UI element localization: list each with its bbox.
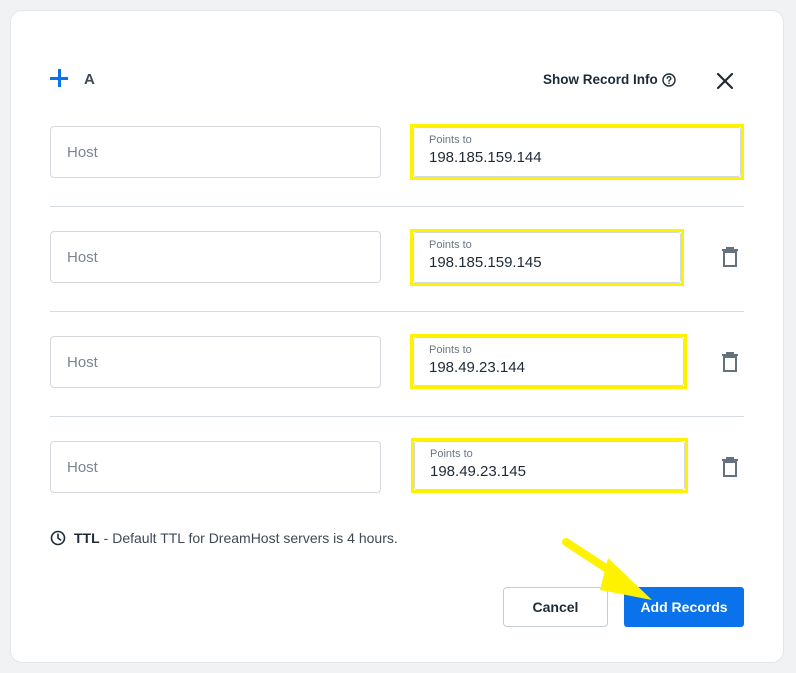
points-to-label: Points to [429, 344, 472, 356]
trash-icon[interactable] [720, 246, 740, 268]
points-to-label: Points to [429, 239, 472, 251]
trash-icon[interactable] [720, 456, 740, 478]
ttl-label: TTL [74, 530, 100, 546]
points-to-field[interactable]: Points to 198.185.159.144 [410, 124, 744, 180]
annotation-arrow-icon [562, 538, 652, 600]
host-input[interactable] [50, 231, 381, 283]
close-icon[interactable] [714, 70, 736, 92]
points-to-label: Points to [430, 448, 473, 460]
points-to-label: Points to [429, 134, 472, 146]
ttl-note: TTL - Default TTL for DreamHost servers … [50, 530, 398, 546]
points-to-value[interactable]: 198.49.23.145 [430, 463, 526, 480]
row-divider [50, 311, 744, 312]
show-record-info-link[interactable]: Show Record Info [543, 72, 658, 87]
record-type-label: A [84, 71, 95, 88]
points-to-field[interactable]: Points to 198.49.23.144 [410, 334, 687, 389]
row-divider [50, 416, 744, 417]
trash-icon[interactable] [720, 351, 740, 373]
points-to-field[interactable]: Points to 198.49.23.145 [411, 438, 688, 493]
host-input[interactable] [50, 336, 381, 388]
question-circle-icon[interactable] [662, 73, 676, 87]
host-input[interactable] [50, 126, 381, 178]
plus-icon[interactable] [50, 69, 68, 87]
ttl-text: - Default TTL for DreamHost servers is 4… [103, 530, 398, 546]
row-divider [50, 206, 744, 207]
points-to-value[interactable]: 198.49.23.144 [429, 359, 525, 376]
host-input[interactable] [50, 441, 381, 493]
points-to-value[interactable]: 198.185.159.145 [429, 254, 542, 271]
points-to-value[interactable]: 198.185.159.144 [429, 149, 542, 166]
clock-icon [50, 530, 66, 546]
points-to-field[interactable]: Points to 198.185.159.145 [410, 229, 684, 286]
